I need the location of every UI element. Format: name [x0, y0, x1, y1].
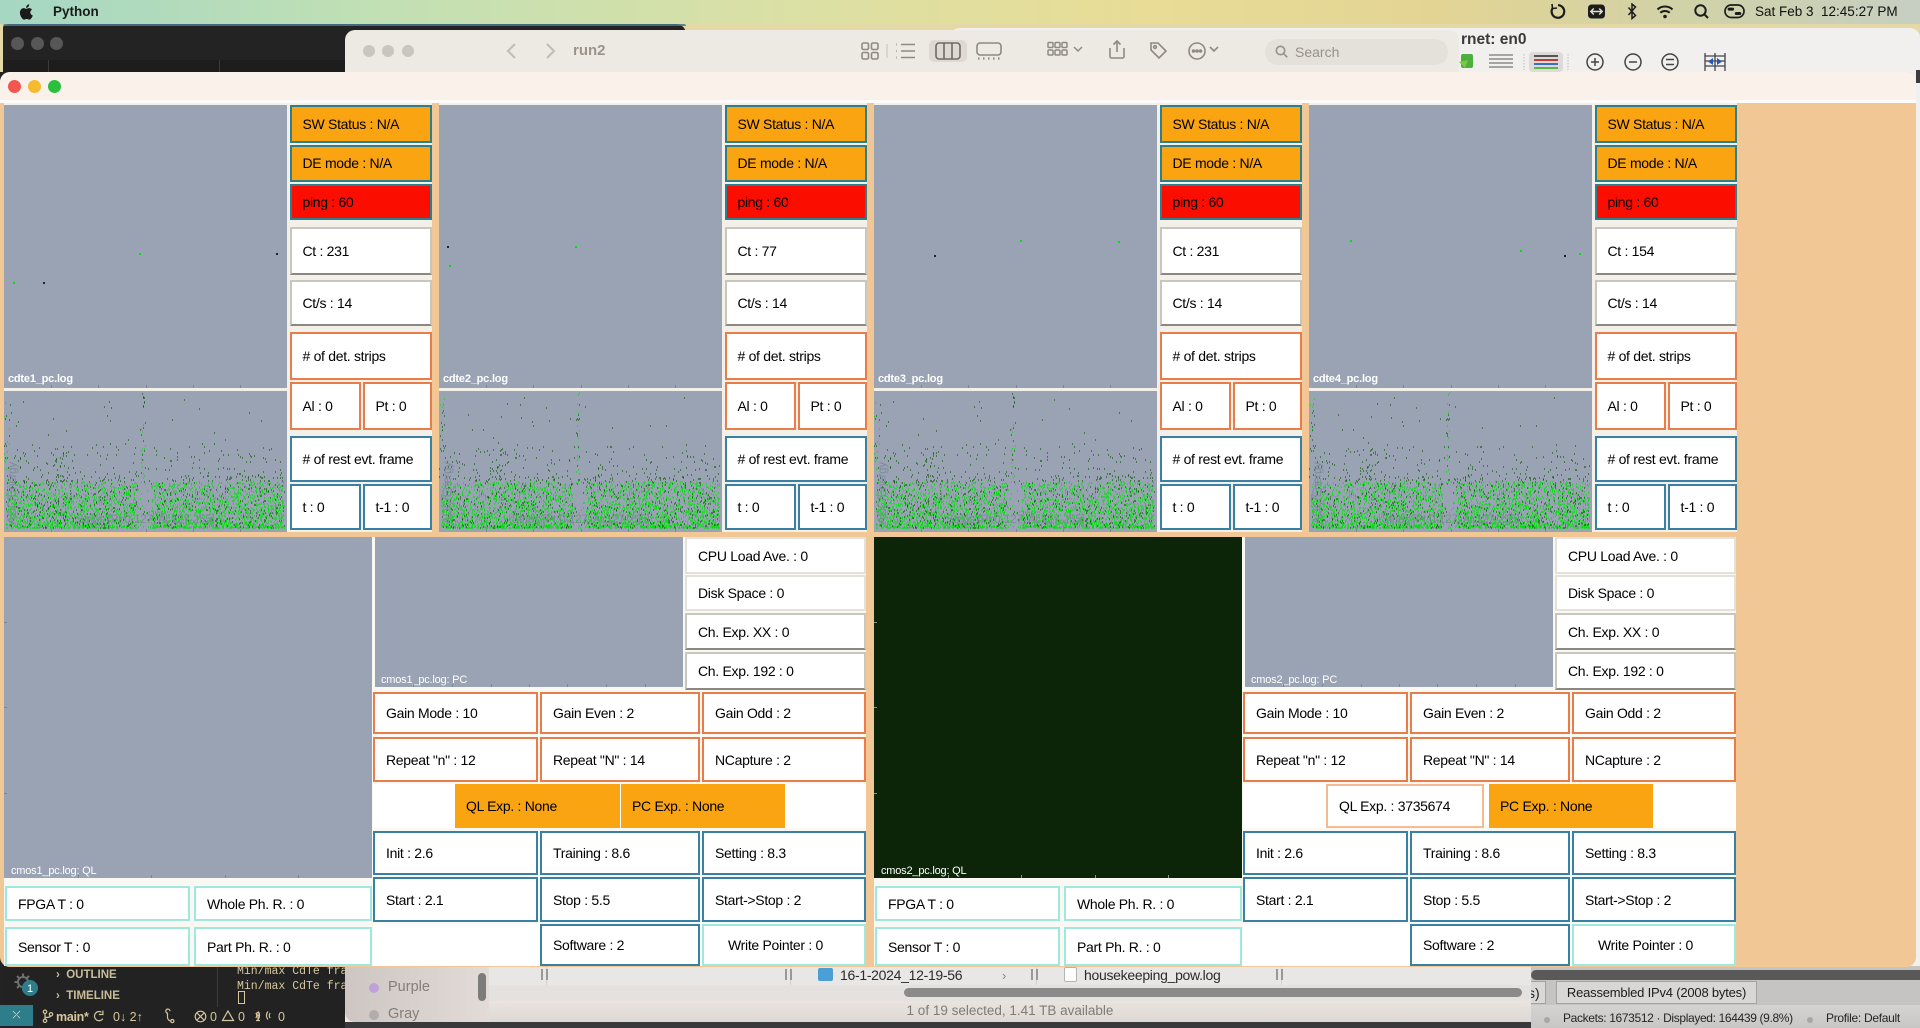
svg-text:0: 0 [210, 1010, 217, 1024]
svg-text:main*: main* [56, 1010, 89, 1024]
svg-text:0: 0 [278, 1010, 285, 1024]
svg-text:0: 0 [238, 1010, 245, 1024]
svg-text:1: 1 [27, 983, 33, 995]
svg-text:0↓ 2↑: 0↓ 2↑ [113, 1010, 143, 1024]
